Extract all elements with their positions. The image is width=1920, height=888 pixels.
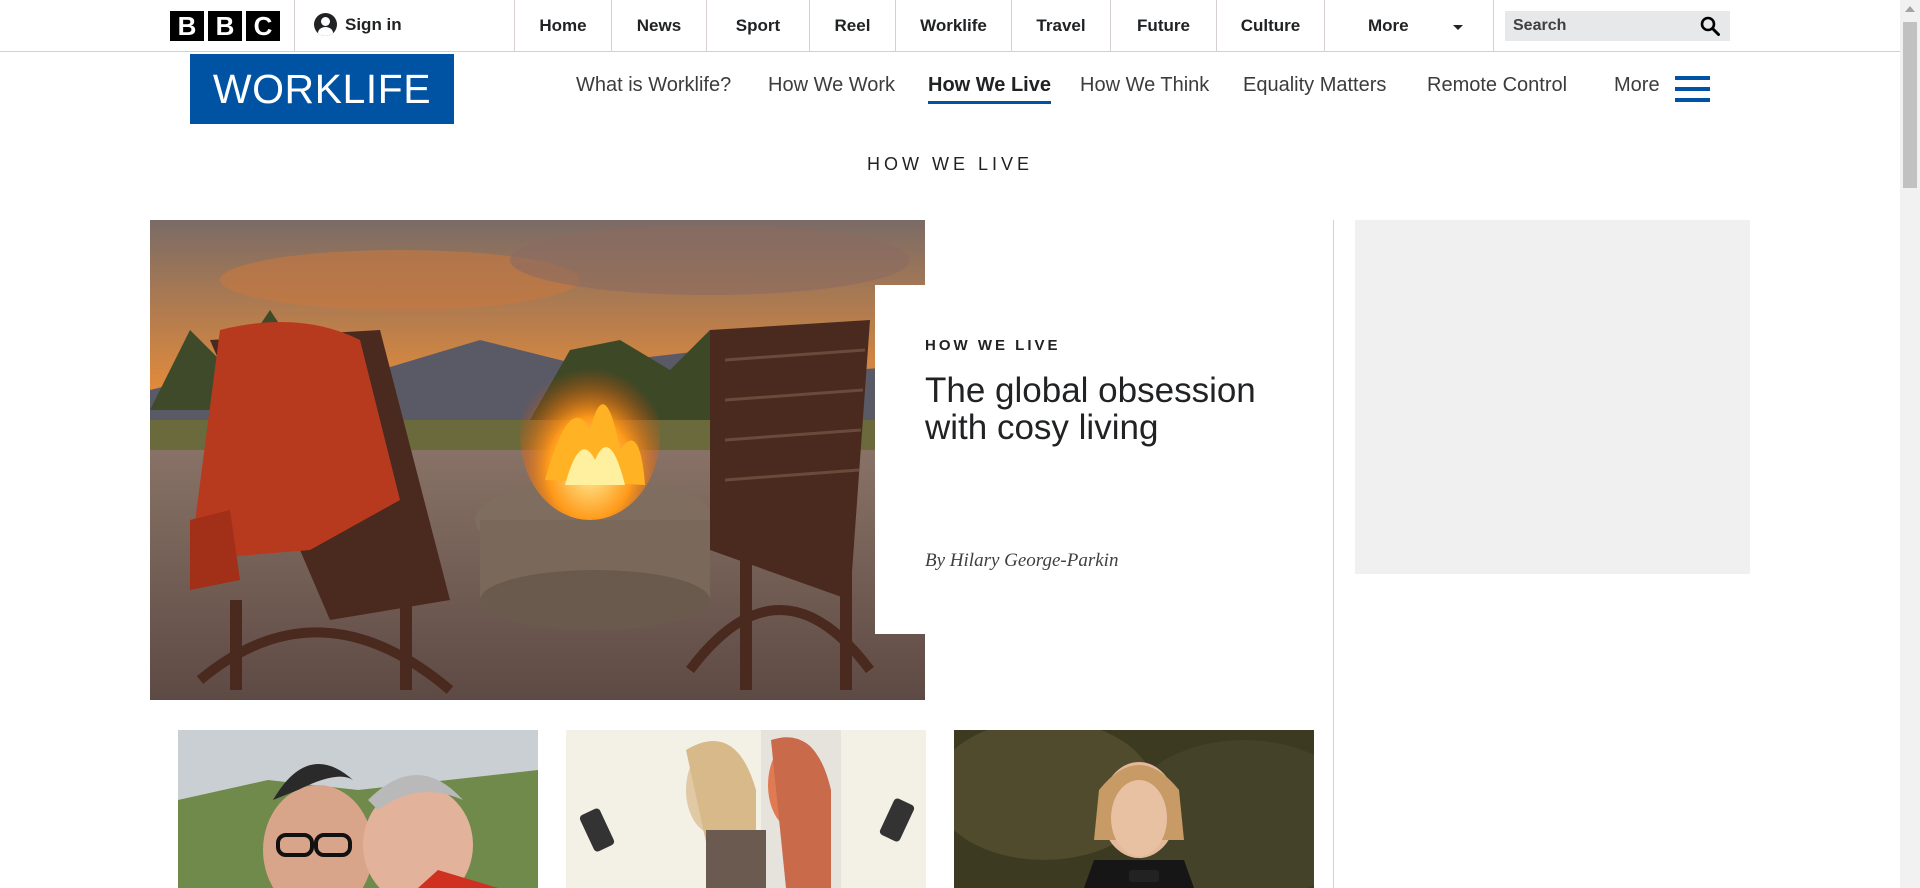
- bbc-logo[interactable]: B B C: [170, 11, 280, 41]
- divider: [294, 0, 295, 51]
- global-nav-home[interactable]: Home: [514, 0, 611, 51]
- global-nav-news[interactable]: News: [611, 0, 706, 51]
- worklife-nav-equality-matters[interactable]: Equality Matters: [1243, 74, 1386, 104]
- sign-in-label: Sign in: [345, 14, 402, 34]
- global-nav-travel[interactable]: Travel: [1011, 0, 1110, 51]
- global-nav-more[interactable]: More: [1324, 0, 1494, 51]
- global-nav-culture[interactable]: Culture: [1216, 0, 1324, 51]
- worklife-nav-how-we-work[interactable]: How We Work: [768, 74, 895, 104]
- story-thumbnail-image[interactable]: [178, 730, 538, 888]
- page-scrollbar[interactable]: [1900, 0, 1920, 888]
- worklife-nav-how-we-think[interactable]: How We Think: [1080, 74, 1209, 104]
- worklife-logo[interactable]: WORKLIFE: [190, 54, 454, 124]
- hamburger-icon[interactable]: [1675, 76, 1710, 102]
- bbc-logo-letter: B: [170, 11, 204, 41]
- worklife-nav-how-we-live[interactable]: How We Live: [928, 74, 1051, 104]
- global-nav-reel[interactable]: Reel: [809, 0, 895, 51]
- section-title: HOW WE LIVE: [866, 154, 1033, 174]
- scroll-up-arrow-icon[interactable]: [1905, 6, 1915, 12]
- caret-down-icon: [1453, 25, 1463, 30]
- bbc-top-bar: B B C Sign in Home News Sport Reel Workl…: [0, 0, 1900, 52]
- search-placeholder: Search: [1513, 17, 1567, 34]
- global-nav-worklife[interactable]: Worklife: [895, 0, 1011, 51]
- column-divider: [1333, 220, 1334, 888]
- sign-in-link[interactable]: Sign in: [314, 13, 402, 36]
- bbc-logo-letter: C: [246, 11, 280, 41]
- search-input[interactable]: Search: [1505, 11, 1730, 41]
- advert-placeholder: [1355, 220, 1750, 574]
- search-icon[interactable]: [1700, 16, 1720, 36]
- worklife-nav-more[interactable]: More: [1614, 74, 1660, 104]
- user-icon: [314, 13, 337, 36]
- hero-title[interactable]: The global obsession with cosy living: [925, 372, 1265, 446]
- bbc-logo-letter: B: [208, 11, 242, 41]
- story-thumbnail-image[interactable]: [566, 730, 926, 888]
- global-nav: Home News Sport Reel Worklife Travel Fut…: [514, 0, 1494, 51]
- hero-byline: By Hilary George-Parkin: [925, 550, 1119, 571]
- story-thumbnail-image[interactable]: [954, 730, 1314, 888]
- hero-kicker[interactable]: HOW WE LIVE: [925, 337, 1061, 354]
- scrollbar-thumb[interactable]: [1903, 22, 1917, 188]
- global-nav-future[interactable]: Future: [1110, 0, 1216, 51]
- global-nav-sport[interactable]: Sport: [706, 0, 809, 51]
- hero-image[interactable]: [150, 220, 925, 700]
- worklife-nav-remote-control[interactable]: Remote Control: [1427, 74, 1567, 104]
- global-nav-more-label: More: [1368, 15, 1409, 35]
- worklife-nav-what-is-worklife[interactable]: What is Worklife?: [576, 74, 731, 104]
